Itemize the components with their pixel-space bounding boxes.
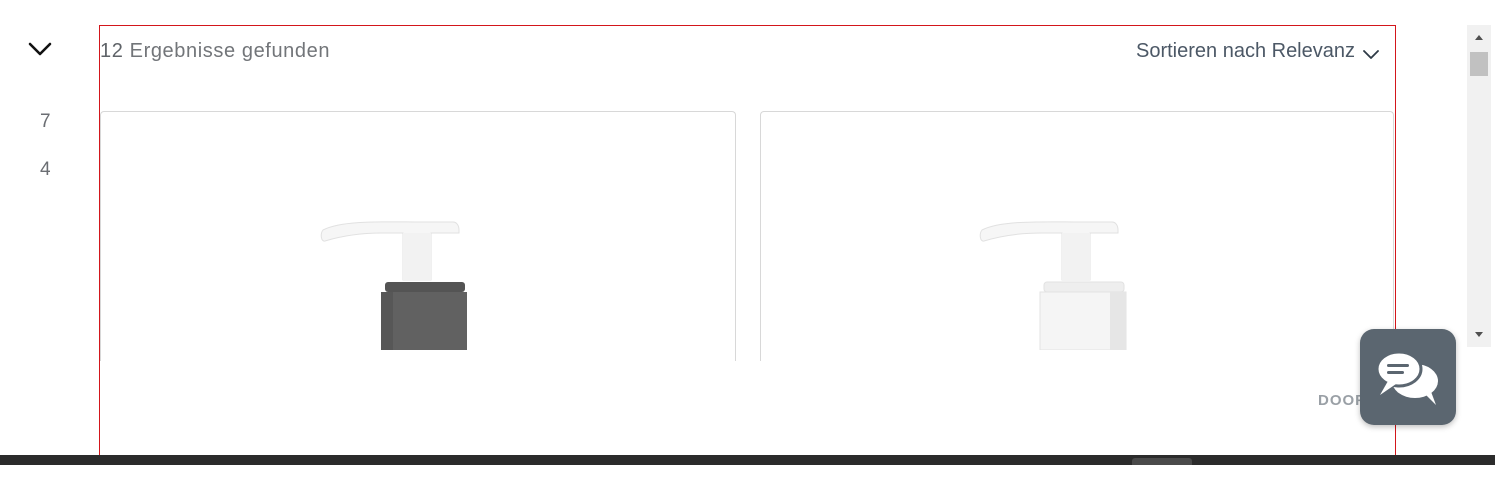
facet-count-1: 7 bbox=[40, 111, 51, 132]
scroll-up-button[interactable] bbox=[1467, 27, 1491, 47]
arrow-up-icon bbox=[1475, 35, 1483, 40]
results-count-number: 12 bbox=[100, 40, 124, 62]
product-card[interactable] bbox=[100, 111, 736, 361]
chat-button[interactable] bbox=[1360, 329, 1456, 425]
results-count-label: Ergebnisse gefunden bbox=[129, 40, 331, 62]
footer-tab bbox=[1132, 458, 1192, 465]
chevron-down-icon bbox=[28, 42, 52, 56]
results-count: 12 Ergebnisse gefunden bbox=[100, 40, 330, 63]
product-image-pump-dispenser-white bbox=[979, 221, 1127, 350]
facet-count-2: 4 bbox=[40, 159, 51, 180]
product-card[interactable] bbox=[760, 111, 1394, 361]
scroll-thumb[interactable] bbox=[1470, 52, 1488, 76]
facet-collapse-toggle[interactable] bbox=[26, 36, 54, 64]
results-scrollbar[interactable] bbox=[1467, 25, 1491, 347]
scroll-down-button[interactable] bbox=[1467, 325, 1491, 345]
chat-bubbles-icon bbox=[1375, 350, 1438, 405]
chevron-down-icon bbox=[1363, 49, 1379, 59]
search-results-page: 7 4 12 Ergebnisse gefunden Sortieren nac… bbox=[0, 0, 1495, 490]
footer-bar bbox=[0, 455, 1495, 465]
results-panel: 12 Ergebnisse gefunden Sortieren nach Re… bbox=[99, 25, 1396, 465]
sort-dropdown[interactable]: Sortieren nach Relevanz bbox=[1136, 40, 1379, 63]
sort-label: Sortieren nach Relevanz bbox=[1135, 40, 1355, 62]
product-image-pump-dispenser-dark bbox=[320, 221, 467, 350]
arrow-down-icon bbox=[1475, 332, 1483, 337]
